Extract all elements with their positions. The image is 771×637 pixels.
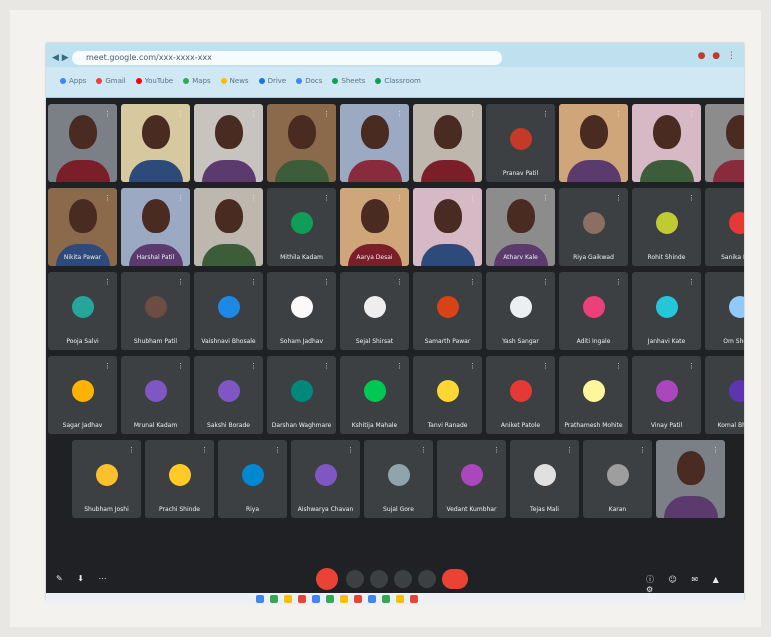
photo-border — [0, 0, 771, 637]
